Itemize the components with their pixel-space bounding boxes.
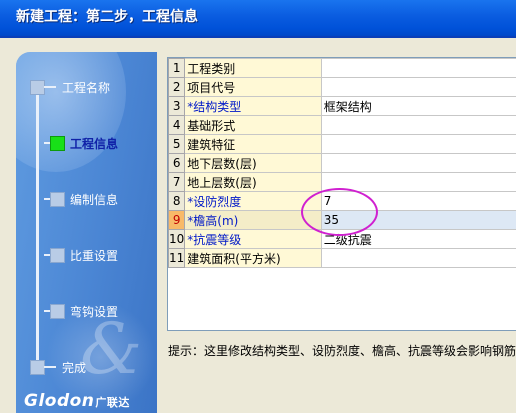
step-project-info[interactable]: 工程信息: [16, 131, 157, 155]
row-number: 10: [168, 229, 186, 249]
field-value-cell[interactable]: [320, 248, 516, 268]
field-value-cell[interactable]: [320, 58, 516, 78]
field-value-cell[interactable]: 二级抗震: [320, 229, 516, 249]
hint-text: 提示：这里修改结构类型、设防烈度、檐高、抗震等级会影响钢筋: [168, 344, 516, 358]
table-row[interactable]: 5 建筑特征: [168, 134, 516, 154]
step-compile-info[interactable]: 编制信息: [16, 187, 157, 211]
table-row[interactable]: 9 *檐高(m) 35: [168, 210, 516, 230]
field-name-cell: 基础形式: [184, 115, 322, 135]
step-connector-line: [36, 82, 39, 368]
row-number: 8: [168, 191, 186, 211]
table-row[interactable]: 7 地上层数(层): [168, 172, 516, 192]
wizard-step-panel: & 工程名称 工程信息 编制信息 比重设置 弯钩设置 完成 Glodon广联达: [16, 52, 157, 413]
step-label: 比重设置: [70, 249, 119, 263]
step-label: 编制信息: [70, 193, 119, 207]
table-row[interactable]: 1 工程类别: [168, 58, 516, 78]
step-project-name[interactable]: 工程名称: [16, 75, 157, 99]
row-number: 1: [168, 58, 186, 78]
step-node-icon: [50, 304, 65, 319]
table-row[interactable]: 2 项目代号: [168, 77, 516, 97]
step-weight-settings[interactable]: 比重设置: [16, 243, 157, 267]
field-name-cell: 建筑面积(平方米): [184, 248, 322, 268]
project-info-table: 1 工程类别 2 项目代号 3 *结构类型 框架结构 4 基础形式 5 建筑特征 6 地下层数(层) 7 地…: [168, 58, 516, 268]
field-value-cell[interactable]: 框架结构: [320, 96, 516, 116]
field-value-cell[interactable]: [320, 172, 516, 192]
step-node-icon-active: [50, 136, 65, 151]
field-name-cell: 建筑特征: [184, 134, 322, 154]
field-value-cell[interactable]: 35: [320, 210, 516, 230]
table-row[interactable]: 4 基础形式: [168, 115, 516, 135]
field-value-cell[interactable]: [320, 77, 516, 97]
table-row[interactable]: 6 地下层数(层): [168, 153, 516, 173]
window-title: 新建工程：第二步，工程信息: [0, 0, 516, 36]
step-label: 完成: [62, 361, 87, 375]
title-edge: [0, 36, 516, 38]
table-row[interactable]: 10 *抗震等级 二级抗震: [168, 229, 516, 249]
field-name-cell: *檐高(m): [184, 210, 322, 230]
glodon-logo: Glodon广联达: [24, 391, 130, 411]
row-number: 2: [168, 77, 186, 97]
step-node-icon: [50, 248, 65, 263]
row-number: 6: [168, 153, 186, 173]
project-info-grid: 1 工程类别 2 项目代号 3 *结构类型 框架结构 4 基础形式 5 建筑特征 6 地下层数(层) 7 地…: [167, 57, 516, 331]
row-number: 3: [168, 96, 186, 116]
table-row[interactable]: 8 *设防烈度 7: [168, 191, 516, 211]
table-row[interactable]: 11 建筑面积(平方米): [168, 248, 516, 268]
row-number: 4: [168, 115, 186, 135]
field-name-cell: 地下层数(层): [184, 153, 322, 173]
step-label: 工程名称: [62, 81, 111, 95]
row-number: 11: [168, 248, 186, 268]
row-number: 5: [168, 134, 186, 154]
field-name-cell: *抗震等级: [184, 229, 322, 249]
step-node-icon: [50, 192, 65, 207]
field-name-cell: 工程类别: [184, 58, 322, 78]
step-finish[interactable]: 完成: [16, 355, 157, 379]
step-node-icon: [30, 80, 45, 95]
field-value-cell[interactable]: [320, 153, 516, 173]
field-name-cell: 地上层数(层): [184, 172, 322, 192]
field-value-cell[interactable]: [320, 134, 516, 154]
field-value-cell[interactable]: 7: [320, 191, 516, 211]
row-number: 9: [168, 210, 186, 230]
row-number: 7: [168, 172, 186, 192]
step-hook-settings[interactable]: 弯钩设置: [16, 299, 157, 323]
field-value-cell[interactable]: [320, 115, 516, 135]
step-connector: [44, 366, 56, 368]
step-connector: [44, 86, 56, 88]
step-node-icon: [30, 360, 45, 375]
field-name-cell: *结构类型: [184, 96, 322, 116]
step-label: 弯钩设置: [70, 305, 119, 319]
step-label: 工程信息: [70, 137, 119, 151]
field-name-cell: *设防烈度: [184, 191, 322, 211]
table-row[interactable]: 3 *结构类型 框架结构: [168, 96, 516, 116]
field-name-cell: 项目代号: [184, 77, 322, 97]
